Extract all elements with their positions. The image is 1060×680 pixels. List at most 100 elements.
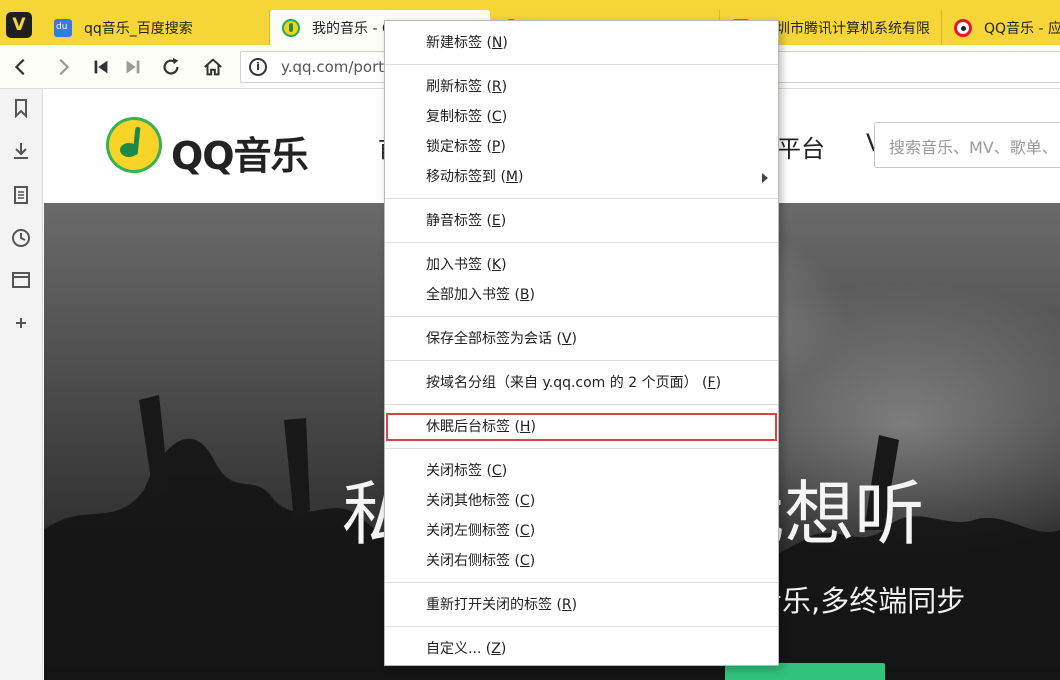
side-panel bbox=[0, 89, 43, 680]
menu-item-label: 自定义... bbox=[426, 641, 482, 657]
bookmarks-panel-button[interactable] bbox=[10, 97, 32, 119]
back-button[interactable] bbox=[7, 53, 35, 81]
menu-item[interactable]: 按域名分组（来自 y.qq.com 的 2 个页面） (F) bbox=[385, 368, 778, 398]
menu-item-shortcut: C bbox=[519, 493, 530, 509]
window-icon bbox=[12, 272, 30, 288]
site-search-input[interactable]: 搜索音乐、MV、歌单、 bbox=[874, 122, 1060, 168]
menu-item-label: 关闭其他标签 bbox=[426, 493, 510, 509]
site-info-icon[interactable]: i bbox=[249, 58, 267, 76]
tab-title: QQ音乐 - 应 bbox=[984, 20, 1060, 37]
site-nav-item-platform[interactable]: 平台 bbox=[777, 129, 825, 164]
menu-item[interactable]: 加入书签 (K) bbox=[385, 250, 778, 280]
tab-title: 我的音乐 - Q bbox=[312, 20, 393, 37]
home-button[interactable] bbox=[199, 53, 227, 81]
menu-item-shortcut: V bbox=[561, 331, 572, 347]
menu-item[interactable]: 休眠后台标签 (H) bbox=[385, 412, 778, 442]
plus-icon bbox=[16, 318, 26, 328]
vivaldi-menu-button[interactable]: V bbox=[6, 12, 32, 38]
menu-separator bbox=[385, 64, 778, 65]
menu-item-label: 保存全部标签为会话 bbox=[426, 331, 552, 347]
menu-separator bbox=[385, 404, 778, 405]
qq-music-icon bbox=[282, 18, 300, 37]
menu-item-label: 加入书签 bbox=[426, 257, 482, 273]
menu-item[interactable]: 重新打开关闭的标签 (R) bbox=[385, 590, 778, 620]
menu-item[interactable]: 新建标签 (N) bbox=[385, 28, 778, 58]
menu-item-label: 关闭标签 bbox=[426, 463, 482, 479]
menu-item[interactable]: 保存全部标签为会话 (V) bbox=[385, 324, 778, 354]
menu-item[interactable]: 移动标签到 (M) bbox=[385, 162, 778, 192]
menu-item[interactable]: 全部加入书签 (B) bbox=[385, 280, 778, 310]
weibo-icon bbox=[954, 18, 972, 37]
rewind-button[interactable] bbox=[87, 53, 115, 81]
bookmark-icon bbox=[15, 99, 27, 118]
baidu-icon bbox=[54, 18, 72, 37]
menu-item-shortcut: F bbox=[707, 375, 716, 391]
tab-title: qq音乐_百度搜索 bbox=[84, 20, 193, 37]
menu-item-shortcut: M bbox=[505, 169, 519, 185]
qq-music-logo-icon[interactable] bbox=[106, 117, 162, 173]
menu-item[interactable]: 关闭右侧标签 (C) bbox=[385, 546, 778, 576]
menu-item-label: 锁定标签 bbox=[426, 139, 482, 155]
menu-separator bbox=[385, 626, 778, 627]
menu-item-shortcut: P bbox=[491, 139, 501, 155]
menu-item-shortcut: K bbox=[491, 257, 502, 273]
home-icon bbox=[204, 58, 222, 76]
downloads-panel-button[interactable] bbox=[10, 140, 32, 162]
submenu-arrow-icon bbox=[762, 173, 768, 183]
reload-button[interactable] bbox=[157, 53, 185, 81]
menu-item-label: 新建标签 bbox=[426, 35, 482, 51]
menu-item-shortcut: C bbox=[519, 553, 530, 569]
history-panel-button[interactable] bbox=[10, 227, 32, 249]
menu-separator bbox=[385, 242, 778, 243]
window-panel-button[interactable] bbox=[10, 269, 32, 291]
menu-separator bbox=[385, 582, 778, 583]
menu-item[interactable]: 关闭其他标签 (C) bbox=[385, 486, 778, 516]
menu-separator bbox=[385, 448, 778, 449]
menu-item-label: 重新打开关闭的标签 bbox=[426, 597, 552, 613]
menu-item-shortcut: E bbox=[491, 213, 501, 229]
menu-item[interactable]: 锁定标签 (P) bbox=[385, 132, 778, 162]
menu-item-label: 刷新标签 bbox=[426, 79, 482, 95]
menu-separator bbox=[385, 316, 778, 317]
menu-item-shortcut: N bbox=[491, 35, 503, 51]
menu-item[interactable]: 关闭标签 (C) bbox=[385, 456, 778, 486]
add-web-panel-button[interactable] bbox=[10, 312, 32, 334]
menu-item-label: 复制标签 bbox=[426, 109, 482, 125]
menu-separator bbox=[385, 198, 778, 199]
back-icon bbox=[14, 58, 25, 76]
menu-item-shortcut: C bbox=[491, 109, 502, 125]
menu-item-label: 关闭右侧标签 bbox=[426, 553, 510, 569]
tab-title: 深圳市腾讯计算机系统有限 bbox=[762, 20, 930, 37]
menu-item[interactable]: 刷新标签 (R) bbox=[385, 72, 778, 102]
fast-forward-icon bbox=[126, 60, 140, 74]
menu-item-label: 全部加入书签 bbox=[426, 287, 510, 303]
menu-item-label: 按域名分组（来自 y.qq.com 的 2 个页面） bbox=[426, 375, 698, 391]
notes-panel-button[interactable] bbox=[10, 184, 32, 206]
fast-forward-button[interactable] bbox=[119, 53, 147, 81]
tab-context-menu: 新建标签 (N) 刷新标签 (R) 复制标签 (C) 锁定标签 (P) 移动标签到 (M… bbox=[384, 20, 779, 666]
site-logo-text[interactable]: QQ音乐 bbox=[171, 125, 309, 180]
history-icon bbox=[12, 229, 30, 247]
forward-icon bbox=[59, 58, 70, 76]
menu-item-shortcut: C bbox=[491, 463, 502, 479]
menu-item-shortcut: Z bbox=[491, 641, 501, 657]
menu-item-label: 静音标签 bbox=[426, 213, 482, 229]
notes-icon bbox=[14, 186, 28, 204]
menu-item[interactable]: 关闭左侧标签 (C) bbox=[385, 516, 778, 546]
reload-icon bbox=[163, 57, 179, 75]
menu-item-shortcut: H bbox=[519, 419, 531, 435]
forward-button[interactable] bbox=[49, 53, 77, 81]
rewind-icon bbox=[94, 60, 108, 74]
download-icon bbox=[14, 143, 28, 159]
menu-item[interactable]: 自定义... (Z) bbox=[385, 634, 778, 664]
menu-item[interactable]: 复制标签 (C) bbox=[385, 102, 778, 132]
menu-item-shortcut: R bbox=[561, 597, 572, 613]
tab-qq-music-app[interactable]: QQ音乐 - 应 bbox=[942, 10, 1060, 45]
address-url: y.qq.com/porta bbox=[281, 58, 394, 76]
menu-item-label: 关闭左侧标签 bbox=[426, 523, 510, 539]
menu-item-shortcut: R bbox=[491, 79, 502, 95]
menu-separator bbox=[385, 360, 778, 361]
menu-item[interactable]: 静音标签 (E) bbox=[385, 206, 778, 236]
menu-item-shortcut: C bbox=[519, 523, 530, 539]
tab-baidu-search[interactable]: qq音乐_百度搜索 bbox=[42, 10, 270, 45]
